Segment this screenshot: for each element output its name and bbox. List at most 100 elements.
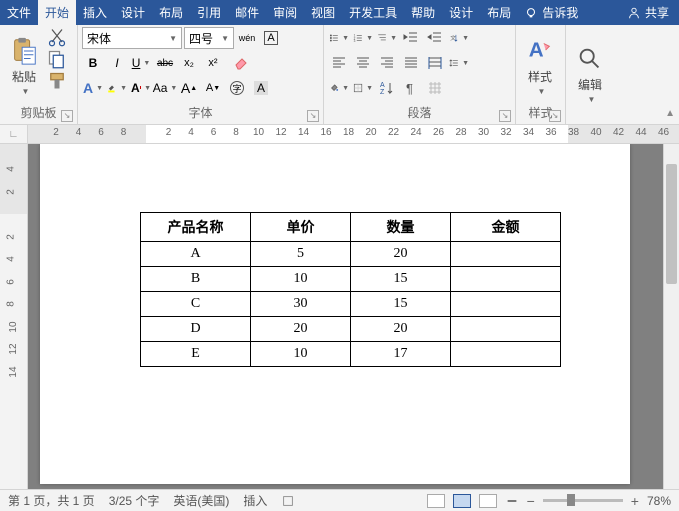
snap-to-grid-button[interactable]: [424, 77, 446, 99]
font-color-button[interactable]: A▼: [130, 77, 152, 99]
zoom-slider[interactable]: [543, 499, 623, 502]
cell[interactable]: [451, 267, 561, 292]
scrollbar-thumb[interactable]: [666, 164, 677, 284]
tell-me[interactable]: 告诉我: [524, 4, 578, 21]
distributed-button[interactable]: [424, 52, 446, 74]
cell[interactable]: [451, 317, 561, 342]
share-button[interactable]: 共享: [627, 4, 669, 21]
show-marks-button[interactable]: ¶: [400, 77, 422, 99]
header-qty[interactable]: 数量: [351, 213, 451, 242]
tab-developer[interactable]: 开发工具: [342, 0, 404, 25]
collapse-ribbon-button[interactable]: ▲: [665, 108, 675, 119]
align-left-button[interactable]: [328, 52, 350, 74]
decrease-indent-button[interactable]: [400, 27, 422, 49]
cell[interactable]: 20: [351, 242, 451, 267]
bold-button[interactable]: B: [82, 52, 104, 74]
char-shading-button[interactable]: A: [250, 77, 272, 99]
tab-file[interactable]: 文件: [0, 0, 38, 25]
strikethrough-button[interactable]: abc: [154, 52, 176, 74]
font-launcher[interactable]: ↘: [307, 110, 319, 122]
cut-button[interactable]: [47, 27, 67, 47]
shading-button[interactable]: ▼: [328, 77, 350, 99]
cell[interactable]: E: [141, 342, 251, 367]
tab-table-layout[interactable]: 布局: [480, 0, 518, 25]
vertical-scrollbar[interactable]: [663, 144, 679, 489]
tab-help[interactable]: 帮助: [404, 0, 442, 25]
cell[interactable]: A: [141, 242, 251, 267]
ruler-corner[interactable]: ∟: [0, 125, 28, 143]
change-case-button[interactable]: Aa▼: [154, 77, 176, 99]
cell[interactable]: 20: [251, 317, 351, 342]
zoom-in-button[interactable]: +: [631, 493, 639, 509]
tab-layout[interactable]: 布局: [152, 0, 190, 25]
tab-references[interactable]: 引用: [190, 0, 228, 25]
zoom-level[interactable]: 78%: [647, 494, 671, 508]
cell[interactable]: 20: [351, 317, 451, 342]
enclosed-char-button[interactable]: 字: [226, 77, 248, 99]
increase-indent-button[interactable]: [424, 27, 446, 49]
numbering-button[interactable]: 123▼: [352, 27, 374, 49]
justify-button[interactable]: [400, 52, 422, 74]
tab-insert[interactable]: 插入: [76, 0, 114, 25]
char-border-button[interactable]: A: [260, 27, 282, 49]
cell[interactable]: 5: [251, 242, 351, 267]
cell[interactable]: 17: [351, 342, 451, 367]
styles-launcher[interactable]: ↘: [549, 110, 561, 122]
clear-formatting-button[interactable]: [226, 52, 256, 74]
text-direction-button[interactable]: 文▼: [448, 27, 470, 49]
cell[interactable]: [451, 292, 561, 317]
header-amount[interactable]: 金额: [451, 213, 561, 242]
view-web-button[interactable]: [479, 494, 497, 508]
tab-home[interactable]: 开始: [38, 0, 76, 25]
copy-button[interactable]: [47, 49, 67, 69]
zoom-out-button[interactable]: −: [527, 493, 535, 509]
cell[interactable]: [451, 342, 561, 367]
phonetic-guide-button[interactable]: wén: [236, 27, 258, 49]
font-name-combo[interactable]: 宋体▼: [82, 27, 182, 49]
align-center-button[interactable]: [352, 52, 374, 74]
format-painter-button[interactable]: [47, 71, 67, 91]
status-language[interactable]: 英语(美国): [173, 492, 229, 509]
sort-button[interactable]: AZ: [376, 77, 398, 99]
italic-button[interactable]: I: [106, 52, 128, 74]
cell[interactable]: 10: [251, 342, 351, 367]
tab-view[interactable]: 视图: [304, 0, 342, 25]
vertical-ruler[interactable]: 422468101214: [0, 144, 28, 489]
paste-button[interactable]: 粘贴 ▼: [4, 27, 44, 102]
font-size-combo[interactable]: 四号▼: [184, 27, 234, 49]
tab-mailings[interactable]: 邮件: [228, 0, 266, 25]
subscript-button[interactable]: x₂: [178, 52, 200, 74]
cell[interactable]: B: [141, 267, 251, 292]
shrink-font-button[interactable]: A▼: [202, 77, 224, 99]
cell[interactable]: 30: [251, 292, 351, 317]
tab-table-design[interactable]: 设计: [442, 0, 480, 25]
document-table[interactable]: 产品名称 单价 数量 金额 A520 B1015 C3015 D2020 E10…: [140, 212, 561, 367]
view-read-button[interactable]: [427, 494, 445, 508]
tab-design[interactable]: 设计: [114, 0, 152, 25]
cell[interactable]: 10: [251, 267, 351, 292]
status-page[interactable]: 第 1 页，共 1 页: [8, 492, 95, 509]
line-spacing-button[interactable]: ▼: [448, 52, 470, 74]
header-product[interactable]: 产品名称: [141, 213, 251, 242]
zoom-out-icon[interactable]: [505, 494, 519, 508]
highlight-button[interactable]: ▼: [106, 77, 128, 99]
tab-review[interactable]: 审阅: [266, 0, 304, 25]
cell[interactable]: 15: [351, 267, 451, 292]
text-effects-button[interactable]: A▼: [82, 77, 104, 99]
editing-button[interactable]: 编辑 ▼: [570, 27, 610, 119]
zoom-slider-knob[interactable]: [567, 494, 575, 506]
bullets-button[interactable]: ▼: [328, 27, 350, 49]
horizontal-ruler[interactable]: 8642246810121416182022242628303234363840…: [28, 125, 679, 143]
document-area[interactable]: 产品名称 单价 数量 金额 A520 B1015 C3015 D2020 E10…: [28, 144, 679, 489]
align-right-button[interactable]: [376, 52, 398, 74]
cell[interactable]: C: [141, 292, 251, 317]
grow-font-button[interactable]: A▲: [178, 77, 200, 99]
cell[interactable]: [451, 242, 561, 267]
paragraph-launcher[interactable]: ↘: [499, 110, 511, 122]
status-words[interactable]: 3/25 个字: [109, 492, 160, 509]
styles-button[interactable]: A 样式 ▼: [520, 27, 560, 102]
macro-record-icon[interactable]: [281, 494, 295, 508]
multilevel-list-button[interactable]: ▼: [376, 27, 398, 49]
borders-button[interactable]: ▼: [352, 77, 374, 99]
header-price[interactable]: 单价: [251, 213, 351, 242]
